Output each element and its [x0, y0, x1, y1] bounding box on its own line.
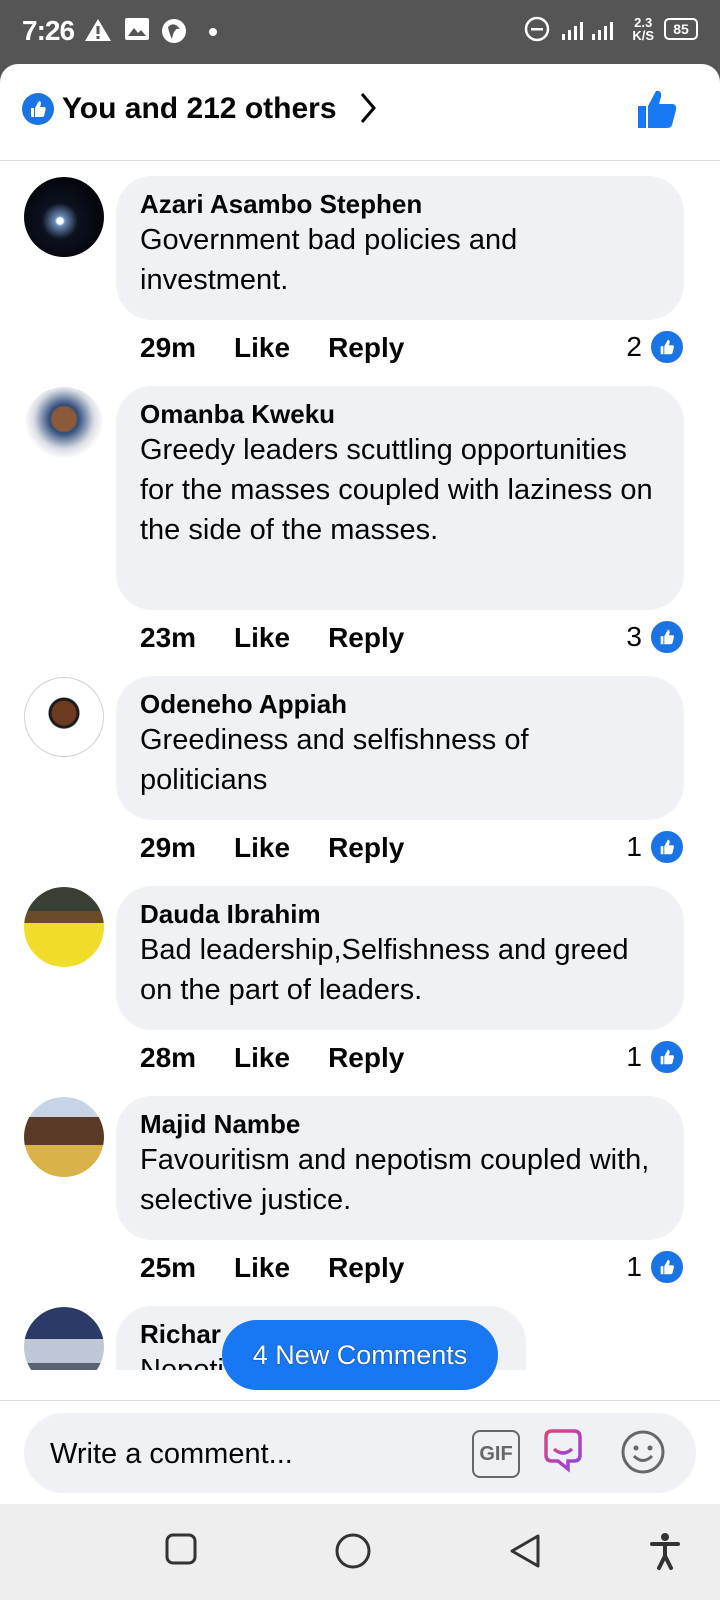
comment-actions: 25m Like Reply: [140, 1252, 442, 1284]
comment-author[interactable]: Odeneho Appiah: [140, 688, 662, 720]
system-navigation-bar: [0, 1504, 720, 1600]
app-icon: [162, 19, 186, 43]
comment-text: Greedy leaders scuttling opportunities f…: [140, 434, 653, 546]
comment-author[interactable]: Omanba Kweku: [140, 398, 662, 430]
image-icon: [125, 18, 149, 40]
like-icon: [650, 830, 684, 864]
reaction-count[interactable]: 3: [626, 620, 684, 654]
comment-author[interactable]: Azari Asambo Stephen: [140, 188, 662, 220]
reaction-count-value: 3: [626, 621, 642, 652]
like-button[interactable]: Like: [234, 1252, 290, 1283]
signal-icon: [562, 22, 614, 40]
comment-time: 23m: [140, 622, 197, 653]
chevron-right-icon[interactable]: [358, 91, 378, 125]
reaction-count-value: 1: [626, 1041, 642, 1072]
comment-text: Greediness and selfishness of politician…: [140, 724, 529, 796]
comment-bubble[interactable]: Dauda Ibrahim Bad leadership,Selfishness…: [116, 886, 684, 1030]
reactions-summary-text[interactable]: You and 212 others: [62, 92, 337, 126]
status-bar: 7:26 2.3 K/S 85: [0, 0, 720, 64]
avatar[interactable]: [24, 1307, 104, 1370]
like-button[interactable]: Like: [234, 622, 290, 653]
comment-author[interactable]: Majid Nambe: [140, 1108, 662, 1140]
thumbs-up-icon[interactable]: [636, 88, 678, 130]
comment-actions: 29m Like Reply: [140, 832, 442, 864]
more-notifications-dot: [209, 28, 217, 36]
home-icon[interactable]: [334, 1532, 372, 1570]
comment-time: 28m: [140, 1042, 197, 1073]
like-icon: [650, 1250, 684, 1284]
network-speed-unit: K/S: [632, 28, 654, 43]
like-icon: [650, 620, 684, 654]
like-button[interactable]: Like: [234, 332, 290, 363]
like-icon: [22, 93, 54, 125]
comments-sheet: You and 212 others Azari Asambo Stephen …: [0, 64, 720, 1504]
sticker-icon[interactable]: [538, 1427, 588, 1477]
comment-time: 25m: [140, 1252, 197, 1283]
reply-button[interactable]: Reply: [328, 332, 404, 363]
comment-time: 29m: [140, 832, 197, 863]
dnd-icon: [525, 16, 550, 42]
comment-bubble[interactable]: Omanba Kweku Greedy leaders scuttling op…: [116, 386, 684, 610]
reaction-count[interactable]: 1: [626, 1040, 684, 1074]
comment-text: Favouritism and nepotism coupled with, s…: [140, 1144, 650, 1216]
battery-indicator: 85: [664, 18, 698, 40]
comment-text: Bad leadership,Selfishness and greed on …: [140, 934, 629, 1006]
accessibility-icon[interactable]: [650, 1532, 680, 1570]
comment-actions: 29m Like Reply: [140, 332, 442, 364]
reply-button[interactable]: Reply: [328, 832, 404, 863]
reply-button[interactable]: Reply: [328, 622, 404, 653]
comment-bubble[interactable]: Odeneho Appiah Greediness and selfishnes…: [116, 676, 684, 820]
comment-actions: 28m Like Reply: [140, 1042, 442, 1074]
avatar[interactable]: [24, 887, 104, 967]
comment-input-box[interactable]: GIF: [24, 1413, 696, 1493]
comment-text: Government bad policies and investment.: [140, 224, 518, 296]
reaction-count-value: 1: [626, 831, 642, 862]
comment-author[interactable]: Dauda Ibrahim: [140, 898, 662, 930]
reaction-count[interactable]: 1: [626, 1250, 684, 1284]
reply-button[interactable]: Reply: [328, 1252, 404, 1283]
like-icon: [650, 1040, 684, 1074]
reaction-count-value: 2: [626, 331, 642, 362]
warning-icon: [85, 19, 111, 41]
avatar[interactable]: [24, 677, 104, 757]
avatar[interactable]: [24, 1097, 104, 1177]
comment-actions: 23m Like Reply: [140, 622, 442, 654]
reaction-count-value: 1: [626, 1251, 642, 1282]
like-icon: [650, 330, 684, 364]
status-time: 7:26: [22, 15, 75, 46]
new-comments-button[interactable]: 4 New Comments: [222, 1320, 498, 1390]
reaction-count[interactable]: 1: [626, 830, 684, 864]
reaction-count[interactable]: 2: [626, 330, 684, 364]
comment-bubble[interactable]: Azari Asambo Stephen Government bad poli…: [116, 176, 684, 320]
avatar[interactable]: [24, 387, 104, 467]
like-button[interactable]: Like: [234, 832, 290, 863]
comment-composer: GIF: [0, 1400, 720, 1504]
network-speed: 2.3 K/S: [632, 16, 654, 42]
reply-button[interactable]: Reply: [328, 1042, 404, 1073]
gif-button[interactable]: GIF: [472, 1430, 520, 1478]
comment-bubble[interactable]: Majid Nambe Favouritism and nepotism cou…: [116, 1096, 684, 1240]
comment-input[interactable]: [48, 1433, 452, 1475]
comment-time: 29m: [140, 332, 197, 363]
emoji-icon[interactable]: [620, 1429, 666, 1475]
back-icon[interactable]: [508, 1532, 542, 1570]
avatar[interactable]: [24, 177, 104, 257]
recents-icon[interactable]: [164, 1532, 198, 1566]
like-button[interactable]: Like: [234, 1042, 290, 1073]
reactions-summary-bar[interactable]: You and 212 others: [0, 64, 720, 161]
